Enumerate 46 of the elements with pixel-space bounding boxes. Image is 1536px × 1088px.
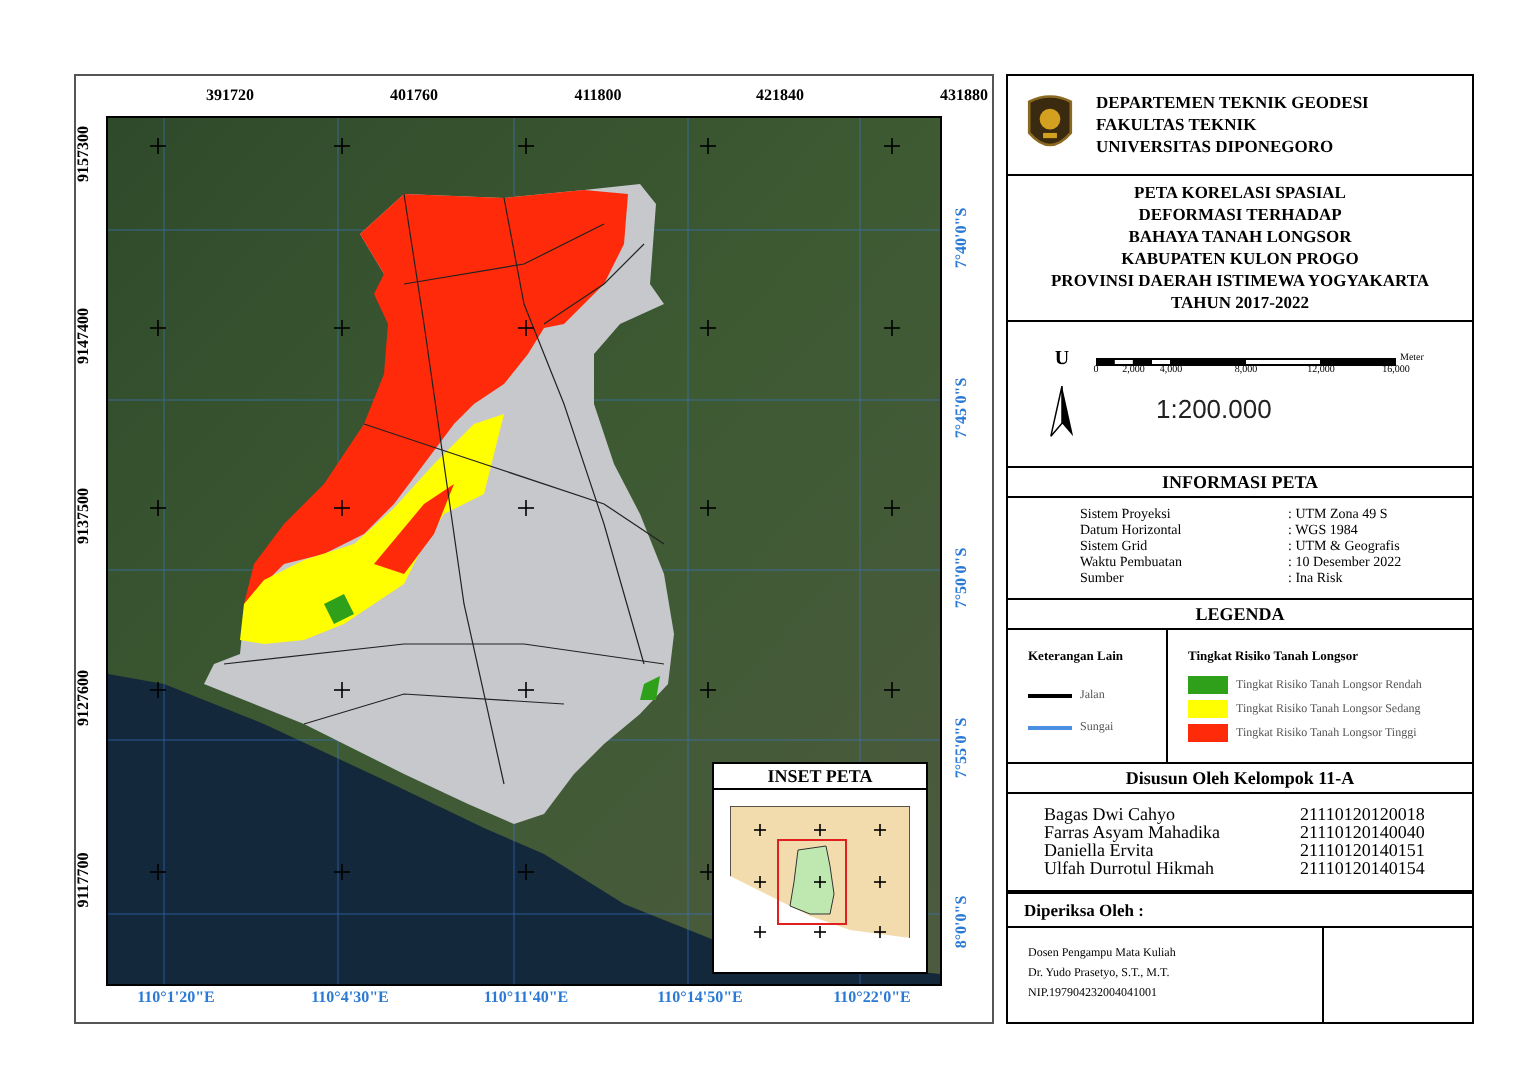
north-label: U: [1054, 350, 1070, 370]
student-id: 21110120140151: [1300, 842, 1427, 860]
map-title: DEFORMASI TERHADAP: [1136, 204, 1344, 226]
section-heading: INFORMASI PETA: [1008, 468, 1472, 498]
latitude-label: 7°45'0"S: [952, 375, 972, 443]
map-title: PROVINSI DAERAH ISTIMEWA YOGYAKARTA: [1048, 270, 1431, 292]
institution-name: FAKULTAS TEKNIK: [1096, 114, 1259, 136]
member-name: Daniella Ervita: [1044, 842, 1156, 860]
student-id: 21110120140154: [1300, 860, 1427, 878]
longitude-label: 110°11'40"E: [481, 988, 571, 1006]
longitude-label: 110°22'0"E: [831, 988, 913, 1006]
member-name: Farras Asyam Mahadika: [1044, 824, 1222, 842]
map-title: PETA KORELASI SPASIAL: [1132, 182, 1348, 204]
section-heading: Diperiksa Oleh :: [1008, 892, 1472, 928]
inset-title: INSET PETA: [714, 764, 926, 790]
latitude-label: 7°40'0"S: [952, 205, 972, 273]
member-name: Ulfah Durrotul Hikmah: [1044, 860, 1216, 878]
northing-label: 9137500: [74, 486, 94, 548]
easting-label: 411800: [572, 86, 624, 104]
northing-label: 9127600: [74, 668, 94, 730]
northing-label: 9147400: [74, 306, 94, 368]
institution-name: DEPARTEMEN TEKNIK GEODESI: [1096, 92, 1369, 114]
student-id: 21110120120018: [1300, 806, 1427, 824]
easting-label: 401760: [388, 86, 440, 104]
longitude-label: 110°14'50"E: [655, 988, 745, 1006]
latitude-label: 7°55'0"S: [952, 715, 972, 783]
north-arrow-icon: [1048, 386, 1076, 438]
longitude-label: 110°4'30"E: [309, 988, 391, 1006]
easting-label: 421840: [754, 86, 806, 104]
map-title: TAHUN 2017-2022: [1168, 292, 1312, 314]
easting-label: 431880: [938, 86, 990, 104]
section-heading: Disusun Oleh Kelompok 11-A: [1008, 764, 1472, 794]
map-title: BAHAYA TANAH LONGSOR: [1126, 226, 1354, 248]
map-title: KABUPATEN KULON PROGO: [1119, 248, 1361, 270]
latitude-label: 8°0'0"S: [952, 893, 972, 953]
institution-name: UNIVERSITAS DIPONEGORO: [1096, 136, 1336, 158]
latitude-label: 7°50'0"S: [952, 545, 972, 613]
northing-label: 9157300: [74, 124, 94, 186]
scale-bar-icon: [1096, 358, 1396, 366]
northing-label: 9117700: [74, 850, 94, 912]
scale-ratio: 1:200.000: [1156, 394, 1274, 424]
easting-label: 391720: [204, 86, 256, 104]
member-name: Bagas Dwi Cahyo: [1044, 806, 1177, 824]
section-heading: LEGENDA: [1008, 600, 1472, 630]
longitude-label: 110°1'20"E: [135, 988, 217, 1006]
student-id: 21110120140040: [1300, 824, 1427, 842]
